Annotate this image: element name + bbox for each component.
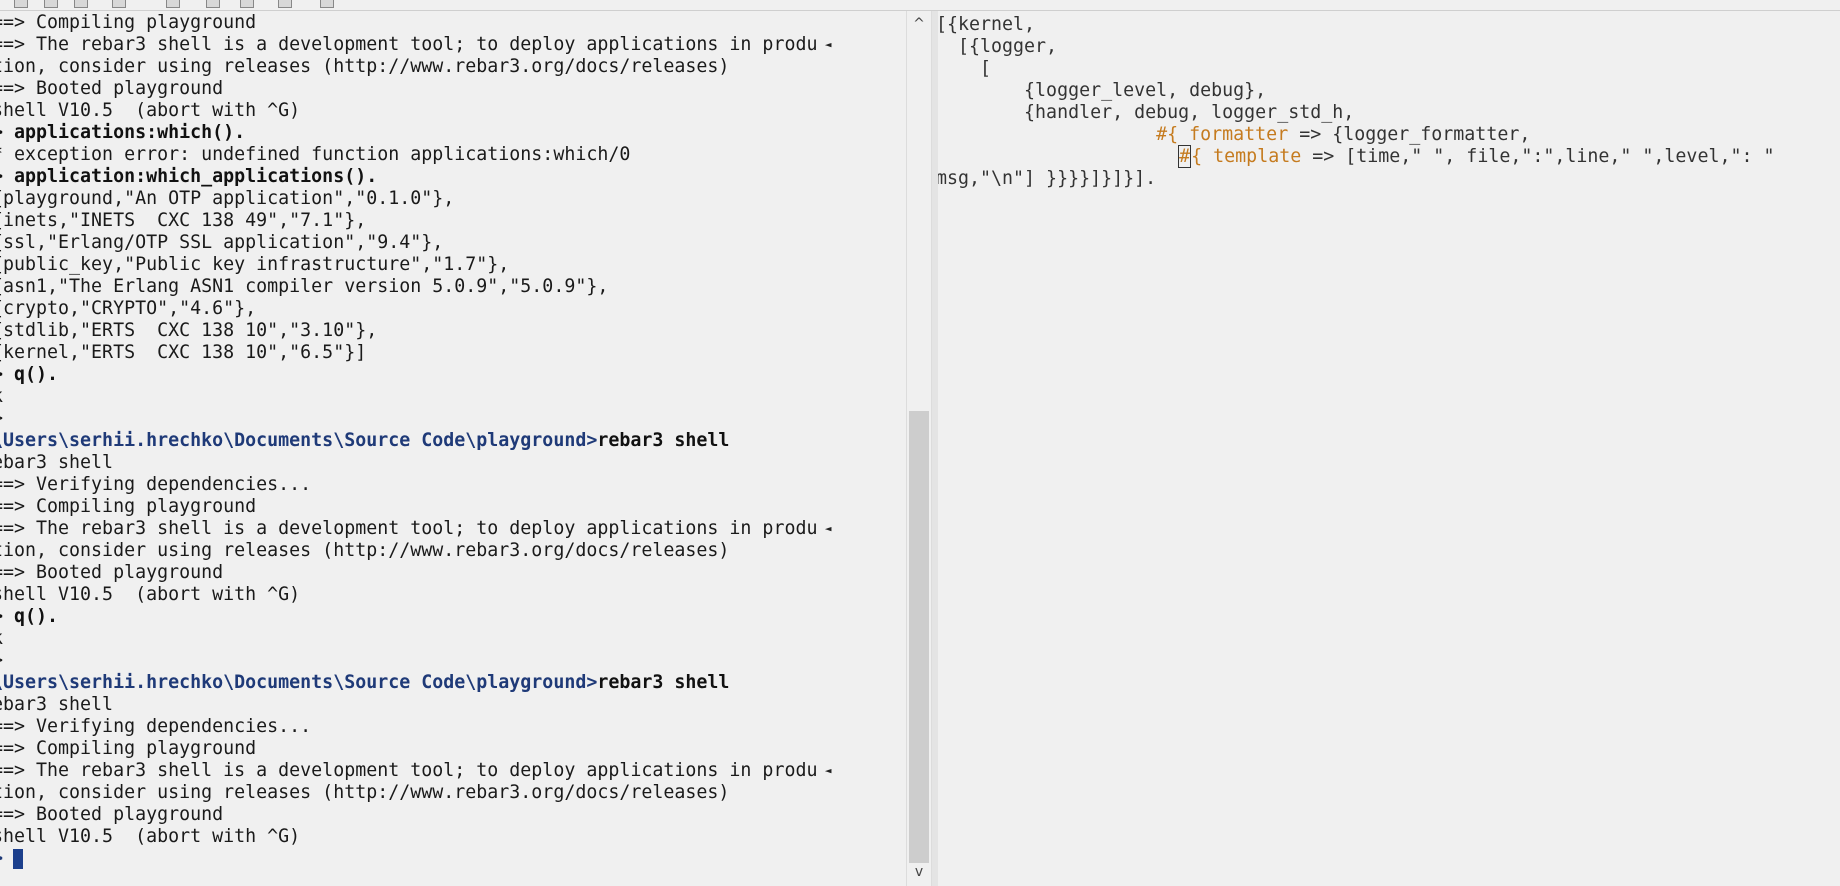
map-key-formatter: #{ formatter: [1156, 124, 1289, 145]
terminal-line: {kernel,"ERTS CXC 138 10","6.5"}]: [0, 342, 367, 363]
terminal-line: > application:which_applications().: [0, 166, 378, 187]
terminal-line: {public_key,"Public key infrastructure",…: [0, 254, 510, 275]
terminal-line: {asn1,"The Erlang ASN1 compiler version …: [0, 276, 609, 297]
terminal-line: >: [0, 408, 817, 430]
prompt-path: \Users\serhii.hrechko\Documents\Source C…: [0, 672, 598, 693]
new-file-icon[interactable]: [14, 0, 28, 8]
terminal-line: shell V10.5 (abort with ^G): [0, 100, 301, 121]
terminal-line: k: [0, 628, 817, 650]
terminal-line: * exception error: undefined function ap…: [0, 144, 631, 165]
terminal-line: ==> Verifying dependencies...: [0, 474, 312, 495]
config-line: {logger_level, debug},: [938, 80, 1267, 101]
map-key-template: { template: [1191, 146, 1302, 167]
terminal-line: > q().: [0, 606, 59, 627]
terminal-line: {inets,"INETS CXC 138 49","7.1"},: [0, 210, 367, 231]
terminal-line: ==> The rebar3 shell is a development to…: [0, 34, 832, 55]
bracket-highlight: #: [1178, 145, 1192, 168]
config-line: [: [938, 58, 992, 79]
wrap-arrow-icon: ◄: [824, 764, 832, 777]
config-line: msg,"\n"] }}}}]}]}].: [938, 168, 1157, 189]
terminal-line: ==> Compiling playground: [0, 496, 257, 517]
terminal-line: tion, consider using releases (http://ww…: [0, 540, 730, 561]
paste-icon[interactable]: [278, 0, 292, 8]
scroll-thumb[interactable]: [909, 411, 929, 863]
open-folder-icon[interactable]: [44, 0, 58, 8]
terminal-line: ==> Booted playground: [0, 78, 224, 99]
terminal-line: >: [0, 650, 817, 672]
wrap-arrow-icon: ◄: [824, 38, 832, 51]
prompt-command: rebar3 shell: [597, 672, 730, 693]
find-icon[interactable]: [320, 0, 334, 8]
terminal-line: ebar3 shell: [0, 694, 114, 715]
terminal-line: ==> Verifying dependencies...: [0, 716, 312, 737]
terminal-line: \Users\serhii.hrechko\Documents\Source C…: [0, 430, 817, 452]
undo-icon[interactable]: [166, 0, 180, 8]
terminal-line: ==> Booted playground: [0, 804, 224, 825]
terminal-line: shell V10.5 (abort with ^G): [0, 584, 301, 605]
cut-icon[interactable]: [206, 0, 220, 8]
terminal-line: > q().: [0, 364, 59, 385]
terminal-line: ==> The rebar3 shell is a development to…: [0, 518, 832, 539]
scroll-up-icon[interactable]: ^: [907, 13, 931, 35]
terminal-pane[interactable]: ==> Compiling playground ==> The rebar3 …: [0, 11, 906, 886]
terminal-line: \Users\serhii.hrechko\Documents\Source C…: [0, 672, 817, 694]
scroll-down-icon[interactable]: v: [907, 861, 931, 883]
terminal-line: {playground,"An OTP application","0.1.0"…: [0, 188, 455, 209]
config-line: #{ template => [time," ", file,":",line,…: [1178, 145, 1775, 168]
terminal-line: tion, consider using releases (http://ww…: [0, 56, 730, 77]
terminal-output: ==> Compiling playground ==> The rebar3 …: [0, 12, 832, 870]
save-icon[interactable]: [74, 0, 88, 8]
config-text: [{kernel, [{logger, [ {logger_level, deb…: [938, 14, 1775, 190]
config-line: [{kernel,: [938, 14, 1036, 35]
terminal-line: ==> Compiling playground: [0, 738, 257, 759]
terminal-line: ==> Booted playground: [0, 562, 224, 583]
terminal-line: shell V10.5 (abort with ^G): [0, 826, 301, 847]
terminal-line: {crypto,"CRYPTO","4.6"},: [0, 298, 257, 319]
terminal-line: tion, consider using releases (http://ww…: [0, 782, 730, 803]
print-icon[interactable]: [112, 0, 126, 8]
toolbar: [0, 0, 1840, 11]
wrap-arrow-icon: ◄: [824, 522, 832, 535]
config-editor-pane[interactable]: [{kernel, [{logger, [ {logger_level, deb…: [938, 11, 1840, 886]
config-line: {handler, debug, logger_std_h,: [938, 102, 1355, 123]
config-line: #{ formatter => {logger_formatter,: [1156, 124, 1531, 145]
terminal-line: > applications:which().: [0, 122, 246, 143]
prompt-command: rebar3 shell: [597, 430, 730, 451]
terminal-line: k: [0, 386, 817, 408]
terminal-line: {ssl,"Erlang/OTP SSL application","9.4"}…: [0, 232, 444, 253]
terminal-line: ==> The rebar3 shell is a development to…: [0, 760, 832, 781]
prompt-symbol: >: [0, 848, 3, 869]
text-cursor[interactable]: [13, 849, 24, 869]
vertical-scrollbar[interactable]: ^ v: [906, 11, 932, 886]
terminal-line: ==> Compiling playground: [0, 12, 257, 33]
prompt-path: \Users\serhii.hrechko\Documents\Source C…: [0, 430, 598, 451]
config-line: [{logger,: [938, 36, 1058, 57]
terminal-line: ebar3 shell: [0, 452, 114, 473]
copy-icon[interactable]: [240, 0, 254, 8]
terminal-input-line[interactable]: >: [0, 848, 817, 870]
terminal-line: {stdlib,"ERTS CXC 138 10","3.10"},: [0, 320, 378, 341]
